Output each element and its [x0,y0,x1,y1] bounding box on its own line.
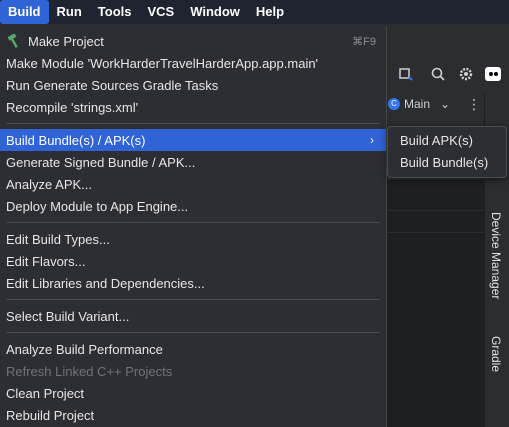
device-manager-label: Device Manager [489,212,503,300]
gear-icon[interactable] [458,66,474,82]
build-bundle-submenu: Build APK(s) Build Bundle(s) [387,126,507,178]
menu-item-run-generate[interactable]: Run Generate Sources Gradle Tasks [0,74,386,96]
menu-separator [6,332,380,333]
make-project-label: Make Project [28,33,104,49]
branch-icon: C [388,98,400,110]
menu-item-clean-project[interactable]: Clean Project [0,382,386,404]
menubar-window[interactable]: Window [182,0,248,24]
menu-item-recompile[interactable]: Recompile 'strings.xml' [0,96,386,118]
tool-device-manager[interactable]: Device Manager [489,212,503,299]
make-project-shortcut: ⌘F9 [352,35,376,48]
menu-item-build-bundle[interactable]: Build Bundle(s) / APK(s) › [0,129,386,151]
avatar-icon[interactable] [484,66,501,82]
menubar-tools[interactable]: Tools [90,0,140,24]
branch-selector[interactable]: C Main ⌄ [388,94,458,114]
more-options-icon[interactable]: ⋮ [466,96,482,112]
refresh-cpp-label: Refresh Linked C++ Projects [6,363,173,379]
edit-libraries-label: Edit Libraries and Dependencies... [6,275,205,291]
menu-item-edit-flavors[interactable]: Edit Flavors... [0,250,386,272]
menu-item-edit-build-types[interactable]: Edit Build Types... [0,228,386,250]
build-menu: Make Project ⌘F9 Make Module 'WorkHarder… [0,26,387,427]
build-bundle-label: Build Bundle(s) / APK(s) [6,132,146,148]
menu-item-refresh-cpp: Refresh Linked C++ Projects [0,360,386,382]
deploy-module-label: Deploy Module to App Engine... [6,198,189,214]
make-module-label: Make Module 'WorkHarderTravelHarderApp.a… [6,55,319,71]
menu-item-make-module[interactable]: Make Module 'WorkHarderTravelHarderApp.a… [0,52,386,74]
edit-build-types-label: Edit Build Types... [6,231,110,247]
menu-item-deploy-module[interactable]: Deploy Module to App Engine... [0,195,386,217]
edit-flavors-label: Edit Flavors... [6,253,86,269]
sync-icon[interactable] [398,66,414,82]
menubar: Build Run Tools VCS Window Help [0,0,509,24]
menu-item-make-project[interactable]: Make Project ⌘F9 [0,30,386,52]
analyze-apk-label: Analyze APK... [6,176,92,192]
generate-signed-label: Generate Signed Bundle / APK... [6,154,196,170]
submenu-item-build-bundle[interactable]: Build Bundle(s) [388,152,506,174]
menu-item-analyze-apk[interactable]: Analyze APK... [0,173,386,195]
tool-gradle[interactable]: Gradle [489,336,503,372]
menubar-build[interactable]: Build [0,0,49,24]
menu-item-rebuild-project[interactable]: Rebuild Project [0,404,386,426]
editor-area [386,180,484,427]
menu-item-generate-signed[interactable]: Generate Signed Bundle / APK... [0,151,386,173]
rebuild-project-label: Rebuild Project [6,407,95,423]
submenu-item-build-apk[interactable]: Build APK(s) [388,130,506,152]
menu-item-edit-libraries[interactable]: Edit Libraries and Dependencies... [0,272,386,294]
branch-label: Main [404,97,431,111]
menu-separator [6,222,380,223]
menubar-run[interactable]: Run [49,0,90,24]
select-variant-label: Select Build Variant... [6,308,130,324]
menu-item-analyze-performance[interactable]: Analyze Build Performance [0,338,386,360]
run-generate-label: Run Generate Sources Gradle Tasks [6,77,219,93]
chevron-right-icon: › [370,133,374,147]
menu-separator [6,123,380,124]
search-icon[interactable] [430,66,446,82]
hammer-icon [7,34,18,48]
analyze-performance-label: Analyze Build Performance [6,341,163,357]
recompile-label: Recompile 'strings.xml' [6,99,139,115]
menubar-help[interactable]: Help [248,0,292,24]
gradle-label: Gradle [489,336,503,373]
menu-item-select-variant[interactable]: Select Build Variant... [0,305,386,327]
menubar-vcs[interactable]: VCS [139,0,182,24]
menu-separator [6,299,380,300]
chevron-down-icon: ⌄ [440,97,451,111]
clean-project-label: Clean Project [6,385,85,401]
